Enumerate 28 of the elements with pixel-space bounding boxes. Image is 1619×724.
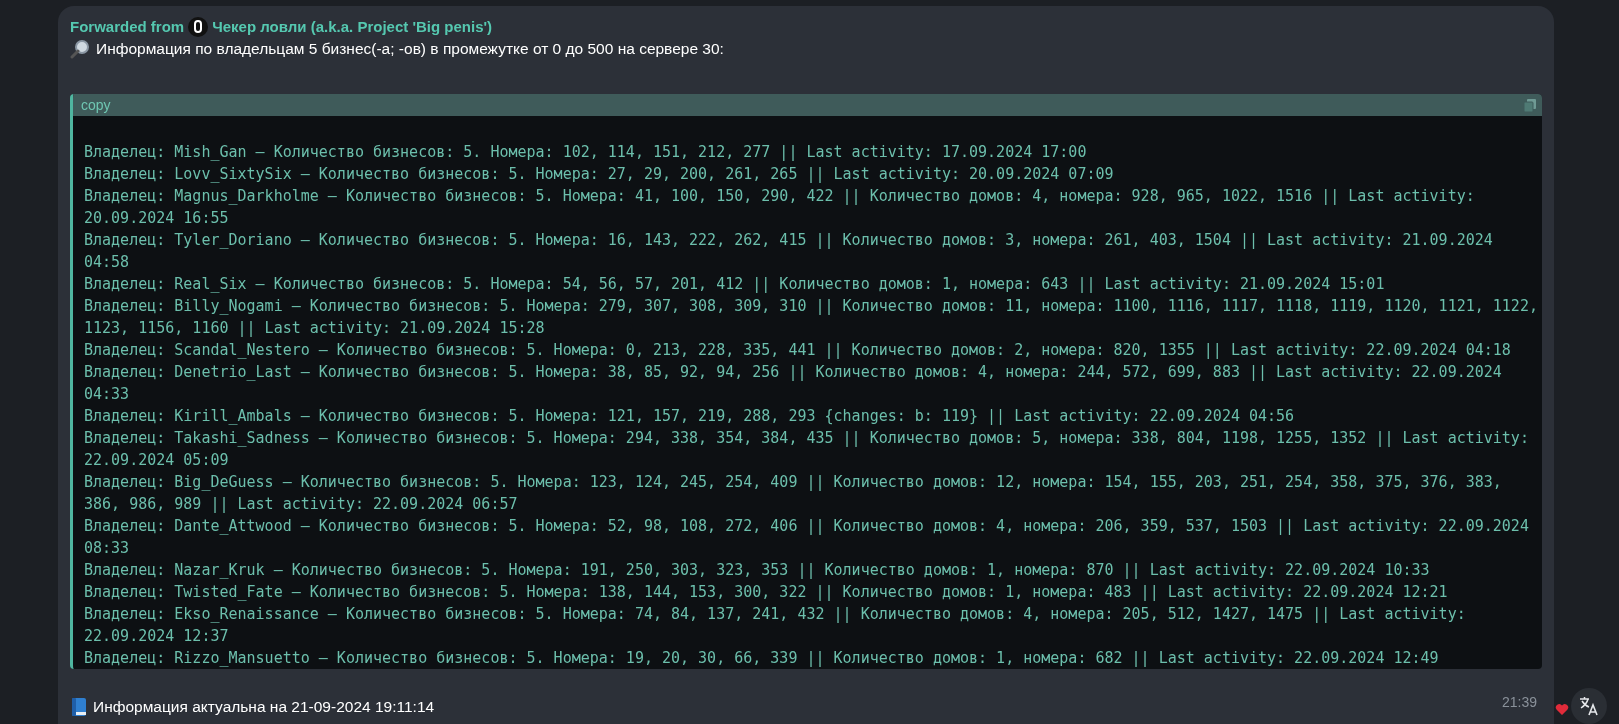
code-line: Владелец: Billy_Nogami – Количество бизнесов: 5. Номера: 279, 307, 308, 309, 310 || Количество домов: 11, номера: 1100, 1116, 1117, 1118, 1119, 1120, 1121, 1122, 1123, 1156, 1160 || Last activity: 21.09.2024 15:28 bbox=[84, 296, 1539, 339]
code-line: Владелец: Mish_Gan – Количество бизнесов: 5. Номера: 102, 114, 151, 212, 277 || Last activity: 17.09.2024 17:00 bbox=[84, 142, 1088, 163]
code-line: Владелец: Tyler_Doriano – Количество бизнесов: 5. Номера: 16, 143, 222, 262, 415 || Количество домов: 3, номера: 261, 403, 1504 || Last activity: 21.09.2024 04:58 bbox=[84, 230, 1494, 273]
footer-text: Информация актуальна на 21-09-2024 19:11:14 bbox=[93, 697, 435, 718]
code-line: Владелец: Scandal_Nestero – Количество бизнесов: 5. Номера: 0, 213, 228, 335, 441 || Количество домов: 2, номера: 820, 1355 || Last activity: 22.09.2024 04:18 bbox=[84, 340, 1512, 361]
code-line: Владелец: Real_Six – Количество бизнесов: 5. Номера: 54, 56, 57, 201, 412 || Количество домов: 1, номера: 643 || Last activity: 21.09.2024 15:01 bbox=[84, 274, 1386, 295]
forwarded-label: Forwarded from bbox=[70, 16, 185, 37]
translate-button-icon[interactable] bbox=[1571, 688, 1607, 724]
code-line: Владелец: Twisted_Fate – Количество бизнесов: 5. Номера: 138, 144, 153, 300, 322 || Количество домов: 1, номера: 483 || Last activity: 22.09.2024 12:21 bbox=[84, 582, 1449, 603]
magnifier-icon bbox=[70, 39, 90, 59]
heart-reaction-icon[interactable] bbox=[1555, 703, 1569, 716]
book-icon bbox=[70, 697, 88, 717]
copy-icon[interactable] bbox=[1524, 98, 1536, 112]
code-line: Владелец: Takashi_Sadness – Количество бизнесов: 5. Номера: 294, 338, 354, 384, 435 || Количество домов: 5, номера: 338, 804, 1198, 1255, 1352 || Last activity: 22.09.2024 05:09 bbox=[84, 428, 1530, 471]
code-line: Владелец: Big_DeGuess – Количество бизнесов: 5. Номера: 123, 124, 245, 254, 409 || Количество домов: 12, номера: 154, 155, 203, 251, 254, 358, 375, 376, 383, 386, 986, 989 || Last activity: 22.09.2024 06:57 bbox=[84, 472, 1503, 515]
code-line: Владелец: Rizzo_Mansuetto – Количество бизнесов: 5. Номера: 19, 20, 30, 66, 339 || Количество домов: 1, номера: 682 || Last activity: 22.09.2024 12:49 bbox=[84, 648, 1440, 669]
channel-avatar-icon bbox=[188, 17, 209, 37]
code-line: Владелец: Denetrio_Last – Количество бизнесов: 5. Номера: 38, 85, 92, 94, 256 || Количество домов: 4, номера: 244, 572, 699, 883 || Last activity: 22.09.2024 04:33 bbox=[84, 362, 1503, 405]
code-line: Владелец: Kirill_Ambals – Количество бизнесов: 5. Номера: 121, 157, 219, 288, 293 {changes: b: 119} || Last activity: 22.09.2024 04:56 bbox=[84, 406, 1296, 427]
message-time: 21:39 bbox=[1502, 693, 1538, 712]
intro-text: Информация по владельцам 5 бизнес(-а; -ов) в промежутке от 0 до 500 на сервере 30: bbox=[96, 39, 724, 60]
code-language-label: copy bbox=[81, 95, 111, 115]
code-line: Владелец: Lovv_SixtySix – Количество бизнесов: 5. Номера: 27, 29, 200, 261, 265 || Last activity: 20.09.2024 07:09 bbox=[84, 164, 1115, 185]
code-line: Владелец: Dante_Attwood – Количество бизнесов: 5. Номера: 52, 98, 108, 272, 406 || Количество домов: 4, номера: 206, 359, 537, 1503 || Last activity: 22.09.2024 08:33 bbox=[84, 516, 1530, 559]
code-line: Владелец: Ekso_Renaissance – Количество бизнесов: 5. Номера: 74, 84, 137, 241, 432 || Количество домов: 4, номера: 205, 512, 1427, 1475 || Last activity: 22.09.2024 12:37 bbox=[84, 604, 1467, 647]
code-line: Владелец: Nazar_Kruk – Количество бизнесов: 5. Номера: 191, 250, 303, 323, 353 || Количество домов: 1, номера: 870 || Last activity: 22.09.2024 10:33 bbox=[84, 560, 1431, 581]
forwarded-source-link[interactable]: Чекер ловли (a.k.a. Project 'Big penis') bbox=[212, 15, 493, 39]
code-line: Владелец: Magnus_Darkholme – Количество бизнесов: 5. Номера: 41, 100, 150, 290, 422 || Количество домов: 4, номера: 928, 965, 1022, 1516 || Last activity: 20.09.2024 16:55 bbox=[84, 186, 1476, 229]
